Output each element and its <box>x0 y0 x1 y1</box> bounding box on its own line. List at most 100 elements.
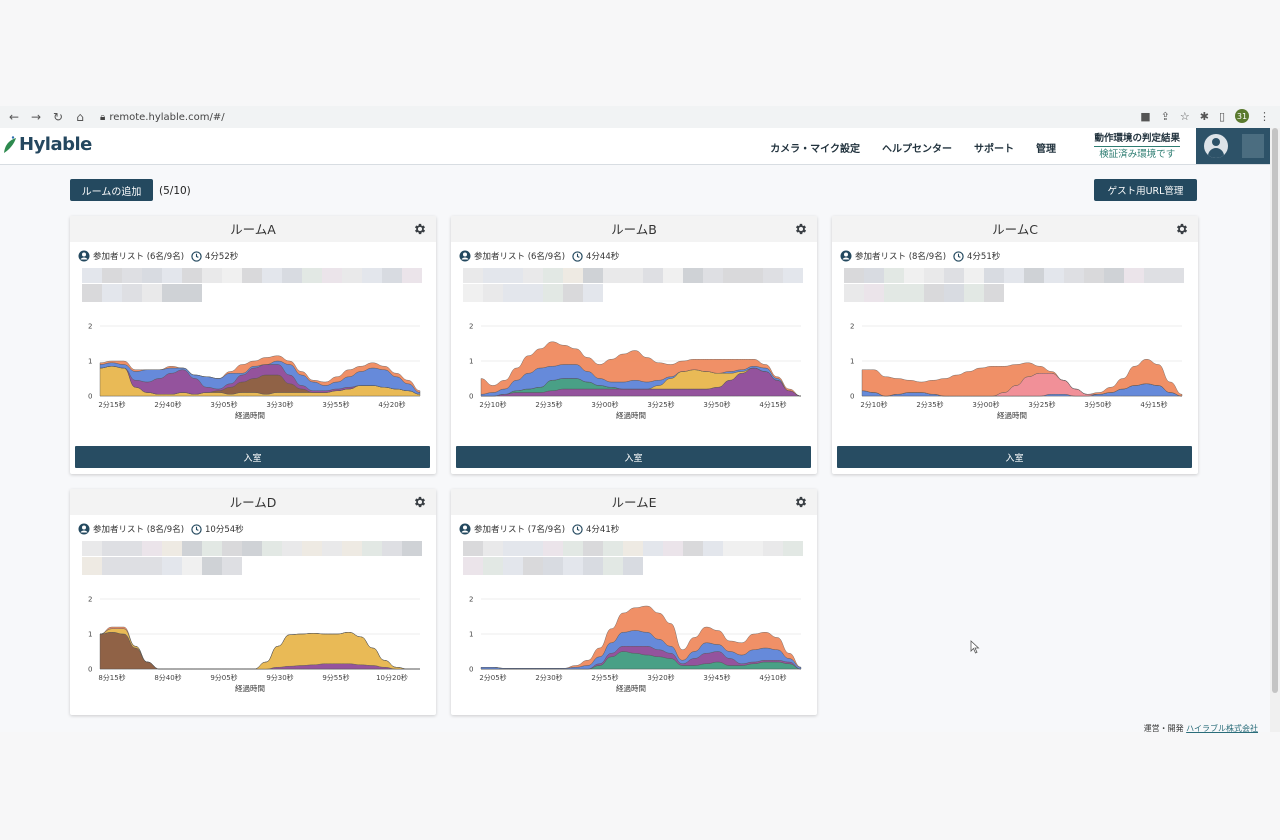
participants-list-link[interactable]: 参加者リスト (8名/9名) <box>855 250 946 262</box>
camera-icon[interactable]: ■ <box>1140 110 1150 123</box>
scrollbar-thumb[interactable] <box>1272 128 1278 693</box>
menu-icon[interactable]: ⋮ <box>1259 110 1270 123</box>
x-tick-label: 2分05秒 <box>479 673 506 682</box>
x-axis-label: 経過時間 <box>235 410 265 420</box>
participant-names-blurred <box>82 541 424 577</box>
enter-room-button[interactable]: 入室 <box>75 446 430 468</box>
room-meta: 参加者リスト (8名/9名) 4分51秒 <box>840 250 1000 262</box>
avatar[interactable] <box>1204 134 1228 158</box>
sidepanel-icon[interactable]: ▯ <box>1219 110 1225 123</box>
room-card: ルームD 参加者リスト (8名/9名) 10分54秒 入室 0128分15秒8分… <box>70 489 436 715</box>
participants-icon[interactable] <box>78 523 90 535</box>
x-tick-label: 2分10秒 <box>860 400 887 409</box>
profile-icon[interactable]: 31 <box>1235 109 1249 123</box>
speech-activity-chart: 0 1 2 8分15秒 8分40秒 9分05秒 9分30秒 9分55秒 10分20秒経過時間 <box>88 596 420 693</box>
room-meta: 参加者リスト (6名/9名) 4分52秒 <box>78 250 238 262</box>
bookmark-star-icon[interactable]: ☆ <box>1180 110 1190 123</box>
blurred-name-tile <box>382 268 402 283</box>
blurred-name-tile <box>182 268 202 283</box>
blurred-name-tile <box>342 541 362 556</box>
blurred-name-tile <box>1024 268 1044 283</box>
clock-icon <box>953 250 964 262</box>
blurred-name-tile <box>1124 268 1144 283</box>
blurred-name-tile <box>1084 268 1104 283</box>
blurred-name-tile <box>603 268 623 283</box>
room-settings-gear-icon[interactable] <box>1175 222 1189 236</box>
blurred-name-tile <box>563 284 583 302</box>
participants-list-link[interactable]: 参加者リスト (8名/9名) <box>93 523 184 535</box>
x-tick-label: 3分25秒 <box>647 400 674 409</box>
y-tick-label: 2 <box>469 323 473 331</box>
mouse-cursor-icon <box>970 640 980 654</box>
participants-icon[interactable] <box>459 250 471 262</box>
reload-icon[interactable]: ↻ <box>50 110 66 124</box>
participants-list-link[interactable]: 参加者リスト (6名/9名) <box>93 250 184 262</box>
blurred-name-tile <box>463 284 483 302</box>
x-tick-label: 3分50秒 <box>1084 400 1111 409</box>
enter-room-button[interactable]: 入室 <box>456 446 811 468</box>
environment-check[interactable]: 動作環境の判定結果 検証済み環境です <box>1094 132 1180 162</box>
room-title: ルームD <box>70 489 436 515</box>
blurred-name-tile <box>202 557 222 575</box>
blurred-name-tile <box>884 268 904 283</box>
nav-admin[interactable]: 管理 <box>1036 140 1056 155</box>
nav-camera-mic-settings[interactable]: カメラ・マイク設定 <box>770 140 860 155</box>
x-tick-label: 2分35秒 <box>535 400 562 409</box>
participants-icon[interactable] <box>459 523 471 535</box>
x-tick-label: 3分45秒 <box>703 673 730 682</box>
y-tick-label: 2 <box>88 323 92 331</box>
x-tick-label: 8分40秒 <box>154 673 181 682</box>
blurred-name-tile <box>844 268 864 283</box>
guest-url-button[interactable]: ゲスト用URL管理 <box>1094 179 1197 201</box>
extensions-icon[interactable]: ✱ <box>1200 110 1209 123</box>
blurred-name-tile <box>322 541 342 556</box>
x-tick-label: 3分00秒 <box>972 400 999 409</box>
blurred-name-tile <box>1064 268 1084 283</box>
logo-text: Hylable <box>19 134 92 155</box>
share-icon[interactable]: ⇪ <box>1161 110 1170 123</box>
browser-toolbar: ← → ↻ ⌂ 🔒︎ remote.hylable.com/#/ ■ ⇪ ☆ ✱… <box>0 106 1280 129</box>
blurred-name-tile <box>142 284 162 302</box>
url-text: remote.hylable.com/#/ <box>109 111 225 123</box>
scrollbar[interactable] <box>1270 128 1280 732</box>
logo[interactable]: Hylable <box>3 134 92 155</box>
enter-room-button[interactable]: 入室 <box>837 446 1192 468</box>
room-settings-gear-icon[interactable] <box>794 222 808 236</box>
blurred-name-tile <box>122 284 142 302</box>
speech-activity-chart: 0 1 2 2分10秒 2分35秒 3分00秒 3分25秒 3分50秒 4分15秒経過時間 <box>850 323 1183 420</box>
nav-support[interactable]: サポート <box>974 140 1014 155</box>
blurred-name-tile <box>643 541 663 556</box>
footer-company-link[interactable]: ハイラブル株式会社 <box>1186 724 1258 733</box>
room-settings-gear-icon[interactable] <box>413 495 427 509</box>
participants-list-link[interactable]: 参加者リスト (6名/9名) <box>474 250 565 262</box>
y-tick-label: 0 <box>850 393 854 401</box>
back-icon[interactable]: ← <box>6 110 22 124</box>
blurred-name-tile <box>763 541 783 556</box>
x-tick-label: 2分10秒 <box>479 400 506 409</box>
participants-icon[interactable] <box>840 250 852 262</box>
blurred-name-tile <box>763 268 783 283</box>
blurred-name-tile <box>122 541 142 556</box>
user-menu[interactable] <box>1196 128 1270 164</box>
blurred-name-tile <box>402 541 422 556</box>
room-title: ルームB <box>451 216 817 242</box>
address-bar[interactable]: 🔒︎ remote.hylable.com/#/ <box>100 112 225 123</box>
room-settings-gear-icon[interactable] <box>413 222 427 236</box>
x-tick-label: 2分55秒 <box>591 673 618 682</box>
nav-help-center[interactable]: ヘルプセンター <box>882 140 952 155</box>
elapsed-time: 4分51秒 <box>967 252 1001 262</box>
room-settings-gear-icon[interactable] <box>794 495 808 509</box>
blurred-name-tile <box>122 268 142 283</box>
blurred-name-tile <box>182 557 202 575</box>
participants-icon[interactable] <box>78 250 90 262</box>
blurred-name-tile <box>1164 268 1184 283</box>
footer: 運営・開発 ハイラブル株式会社 <box>1144 723 1258 734</box>
home-icon[interactable]: ⌂ <box>72 110 88 124</box>
participants-list-link[interactable]: 参加者リスト (7名/9名) <box>474 523 565 535</box>
participant-names-blurred <box>844 268 1186 304</box>
blurred-name-tile <box>82 284 102 302</box>
forward-icon[interactable]: → <box>28 110 44 124</box>
add-room-button[interactable]: ルームの追加 <box>70 179 153 201</box>
blurred-name-tile <box>523 268 543 283</box>
blurred-name-tile <box>503 541 523 556</box>
